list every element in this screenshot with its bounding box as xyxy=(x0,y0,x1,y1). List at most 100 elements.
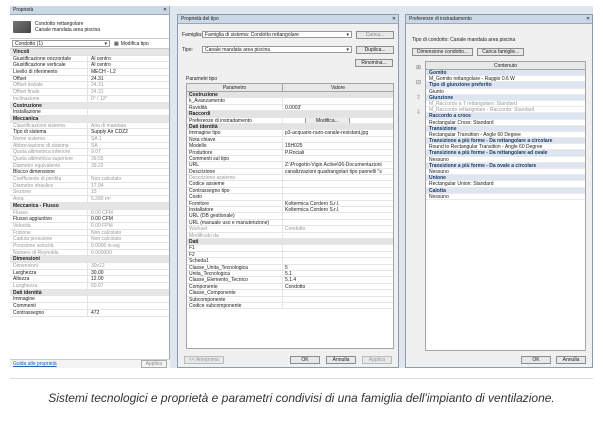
property-value[interactable]: 0.00 FPM xyxy=(88,223,169,229)
property-value[interactable]: 24.31 xyxy=(88,76,169,82)
property-value[interactable]: 30.00 xyxy=(88,270,169,276)
parameter-value[interactable] xyxy=(283,181,393,186)
close-icon[interactable]: ✕ xyxy=(161,6,169,15)
family-row: Famiglia: Famiglia di sistema: Condotto … xyxy=(178,29,398,40)
cancel-button[interactable]: Annulla xyxy=(326,355,356,364)
apply-button[interactable]: Applica xyxy=(362,355,392,364)
apply-button[interactable]: Applica xyxy=(140,360,167,368)
preview-button[interactable]: << Anteprima xyxy=(184,355,224,364)
property-group-header[interactable]: Vincoli xyxy=(10,49,169,56)
parameter-value[interactable] xyxy=(283,175,393,180)
parameter-value[interactable] xyxy=(283,156,393,161)
property-value[interactable]: 0.00 CFM xyxy=(88,216,169,222)
property-group-header[interactable]: Dimensioni xyxy=(10,256,169,263)
cancel-button[interactable]: Annulla xyxy=(556,355,586,364)
property-value[interactable]: Al centro xyxy=(88,56,169,62)
property-value[interactable]: 24.31 xyxy=(88,89,169,95)
property-value[interactable]: 39.22 xyxy=(88,163,169,169)
load-button[interactable]: Carica... xyxy=(356,30,394,39)
remove-row-icon[interactable]: ⊟ xyxy=(416,79,421,86)
ok-button[interactable]: OK xyxy=(521,355,551,364)
property-value[interactable]: 15 xyxy=(88,189,169,196)
parameter-value[interactable] xyxy=(283,98,393,103)
property-value[interactable] xyxy=(88,169,169,175)
property-value[interactable]: 17.94 xyxy=(88,183,169,189)
property-value[interactable]: 12.00 xyxy=(88,276,169,283)
parameter-value[interactable]: Condotto xyxy=(283,226,393,231)
parameter-value[interactable]: 5 xyxy=(283,265,393,270)
parameter-value[interactable] xyxy=(283,303,393,308)
property-value[interactable]: 9.07 xyxy=(88,149,169,155)
property-value[interactable] xyxy=(88,109,169,115)
parameter-value[interactable]: P.Rociali xyxy=(283,150,393,155)
rename-button[interactable]: Rinomina... xyxy=(355,59,393,67)
property-value[interactable]: MECH - L2 xyxy=(88,69,169,75)
column-parameter[interactable]: Parametro xyxy=(187,84,283,91)
type-dropdown[interactable]: Canale mandata area piscina ▾ xyxy=(202,46,352,53)
property-value[interactable] xyxy=(88,303,169,309)
parameter-value[interactable] xyxy=(283,188,393,193)
property-value[interactable]: 0° / 12° xyxy=(88,96,169,102)
duct-size-button[interactable]: Dimensione condotto... xyxy=(412,48,474,56)
parameter-value[interactable]: 0.0003' xyxy=(283,105,393,110)
parameter-value[interactable]: Koltermica Cordero S.r.l. xyxy=(283,207,393,212)
property-value[interactable]: 30x12 xyxy=(88,263,169,269)
property-value[interactable]: Non calcolato xyxy=(88,176,169,182)
property-value[interactable]: SA 1 xyxy=(88,136,169,142)
parameter-value[interactable]: Koltermica Cordero S.r.l. xyxy=(283,201,393,206)
property-value[interactable]: 60.07 xyxy=(88,283,169,289)
parameter-value[interactable]: p3-acquario-nuro-canale-resistant.jpg xyxy=(283,130,393,135)
type-selector-preview[interactable]: Condotto rettangolare Canale mandata are… xyxy=(10,15,169,39)
parameter-value[interactable] xyxy=(283,213,393,218)
property-value[interactable]: 24.31 xyxy=(88,82,169,89)
property-group-header[interactable]: Dati identità xyxy=(10,289,169,297)
property-value[interactable]: 0.000000 xyxy=(88,250,169,256)
instance-selector[interactable]: Condotto (1) ▾ xyxy=(12,40,110,47)
property-value[interactable]: 5.280 m² xyxy=(88,196,169,202)
help-link[interactable]: Guida alle proprietà xyxy=(13,361,57,367)
parameter-value[interactable] xyxy=(283,252,393,257)
close-icon[interactable]: ✕ xyxy=(584,15,592,24)
family-dropdown[interactable]: Famiglia di sistema: Condotto rettangola… xyxy=(202,31,352,38)
parameter-value[interactable] xyxy=(283,290,393,295)
duplicate-button[interactable]: Duplica... xyxy=(356,45,394,54)
property-value[interactable]: Aria di mandata xyxy=(88,123,169,129)
parameter-value[interactable]: Modifica... xyxy=(283,117,393,123)
parameter-value[interactable]: canalizzazioni quadrangolari tipo pannel… xyxy=(283,169,393,174)
property-value[interactable]: SA xyxy=(88,143,169,149)
move-up-icon[interactable]: ⇧ xyxy=(416,94,421,101)
parameter-value[interactable] xyxy=(283,258,393,263)
parameter-value[interactable] xyxy=(283,245,393,250)
edit-routing-button[interactable]: Modifica... xyxy=(305,117,350,123)
property-group-header[interactable]: Costruzione xyxy=(10,102,169,110)
parameter-value[interactable]: Condotto xyxy=(283,284,393,289)
parameter-value[interactable] xyxy=(283,233,393,238)
property-value[interactable]: 472 xyxy=(88,310,169,316)
property-value[interactable]: Non calcolato xyxy=(88,230,169,236)
property-group-header[interactable]: Meccanica xyxy=(10,115,169,123)
column-value[interactable]: Valore xyxy=(283,84,393,91)
parameter-value[interactable] xyxy=(283,194,393,199)
move-down-icon[interactable]: ⇩ xyxy=(416,109,421,116)
parameter-value[interactable]: 15H025 xyxy=(283,143,393,148)
ok-button[interactable]: OK xyxy=(290,355,320,364)
edit-type-button[interactable]: ▦ Modifica tipo xyxy=(114,41,149,47)
property-value[interactable]: Non calcolato xyxy=(88,236,169,242)
close-icon[interactable]: ✕ xyxy=(390,15,398,24)
property-value[interactable]: Al centro xyxy=(88,62,169,69)
load-families-button[interactable]: Carica famiglie... xyxy=(477,48,525,56)
parameter-value[interactable]: 5.1 xyxy=(283,271,393,276)
property-group-header[interactable]: Meccanica - Flusso xyxy=(10,202,169,210)
parameter-value[interactable] xyxy=(283,137,393,142)
property-value[interactable]: 0.00 CFM xyxy=(88,210,169,216)
property-value[interactable] xyxy=(88,296,169,302)
parameter-value[interactable]: Z:\Progetto-Vigin Active\06-Documentazio… xyxy=(283,162,393,167)
parameter-value[interactable] xyxy=(283,297,393,302)
add-row-icon[interactable]: ⊞ xyxy=(416,64,421,71)
property-value[interactable]: Supply Air CDZ2 xyxy=(88,129,169,135)
property-value[interactable]: 0.0000 in-wg xyxy=(88,243,169,249)
parameter-value[interactable] xyxy=(283,220,393,225)
parameter-value[interactable]: 5.1.4 xyxy=(283,277,393,282)
property-value[interactable]: 39.55 xyxy=(88,156,169,162)
list-item[interactable]: Nessuno xyxy=(426,194,585,200)
